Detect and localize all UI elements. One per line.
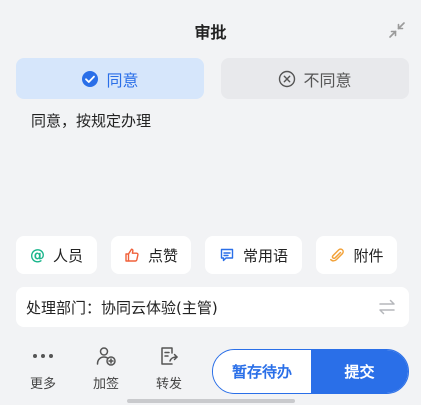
phrases-button[interactable]: 常用语 [205, 236, 302, 274]
people-label: 人员 [52, 246, 83, 265]
header: 审批 [0, 0, 421, 58]
action-button-group: 暂存待办 提交 [212, 349, 409, 394]
attachment-label: 附件 [353, 246, 384, 265]
department-label: 处理部门：协同云体验(主管) [26, 299, 218, 317]
agree-label: 同意 [106, 70, 139, 90]
close-circle-icon [278, 70, 296, 88]
disagree-label: 不同意 [303, 70, 352, 90]
forward-button[interactable]: 转发 [149, 345, 189, 392]
disagree-option[interactable]: 不同意 [221, 58, 409, 99]
forward-label: 转发 [155, 377, 182, 392]
swap-icon[interactable] [377, 297, 397, 317]
attachment-button[interactable]: 附件 [316, 236, 397, 274]
people-button[interactable]: @ 人员 [16, 236, 97, 274]
more-button[interactable]: 更多 [23, 345, 63, 392]
like-label: 点赞 [147, 246, 178, 265]
at-icon: @ [29, 246, 45, 264]
toolbar: @ 人员 点赞 常用语 附件 [0, 236, 421, 274]
add-sign-label: 加签 [92, 377, 119, 392]
forward-icon [149, 345, 189, 367]
department-row[interactable]: 处理部门：协同云体验(主管) [16, 287, 409, 327]
phrases-label: 常用语 [242, 246, 288, 265]
page-title: 审批 [194, 23, 227, 42]
submit-button[interactable]: 提交 [311, 350, 408, 393]
more-icon [23, 345, 63, 367]
like-button[interactable]: 点赞 [111, 236, 191, 274]
save-pending-button[interactable]: 暂存待办 [213, 350, 311, 393]
message-icon [219, 247, 235, 263]
comment-text[interactable]: 同意，按规定办理 [31, 110, 151, 131]
check-circle-icon [81, 70, 99, 88]
paperclip-icon [329, 247, 345, 263]
add-user-icon [86, 345, 126, 367]
collapse-icon[interactable] [387, 20, 407, 40]
home-indicator [127, 399, 295, 403]
agree-option[interactable]: 同意 [16, 58, 204, 99]
add-sign-button[interactable]: 加签 [86, 345, 126, 392]
more-label: 更多 [29, 377, 56, 392]
thumbs-up-icon [124, 247, 140, 263]
